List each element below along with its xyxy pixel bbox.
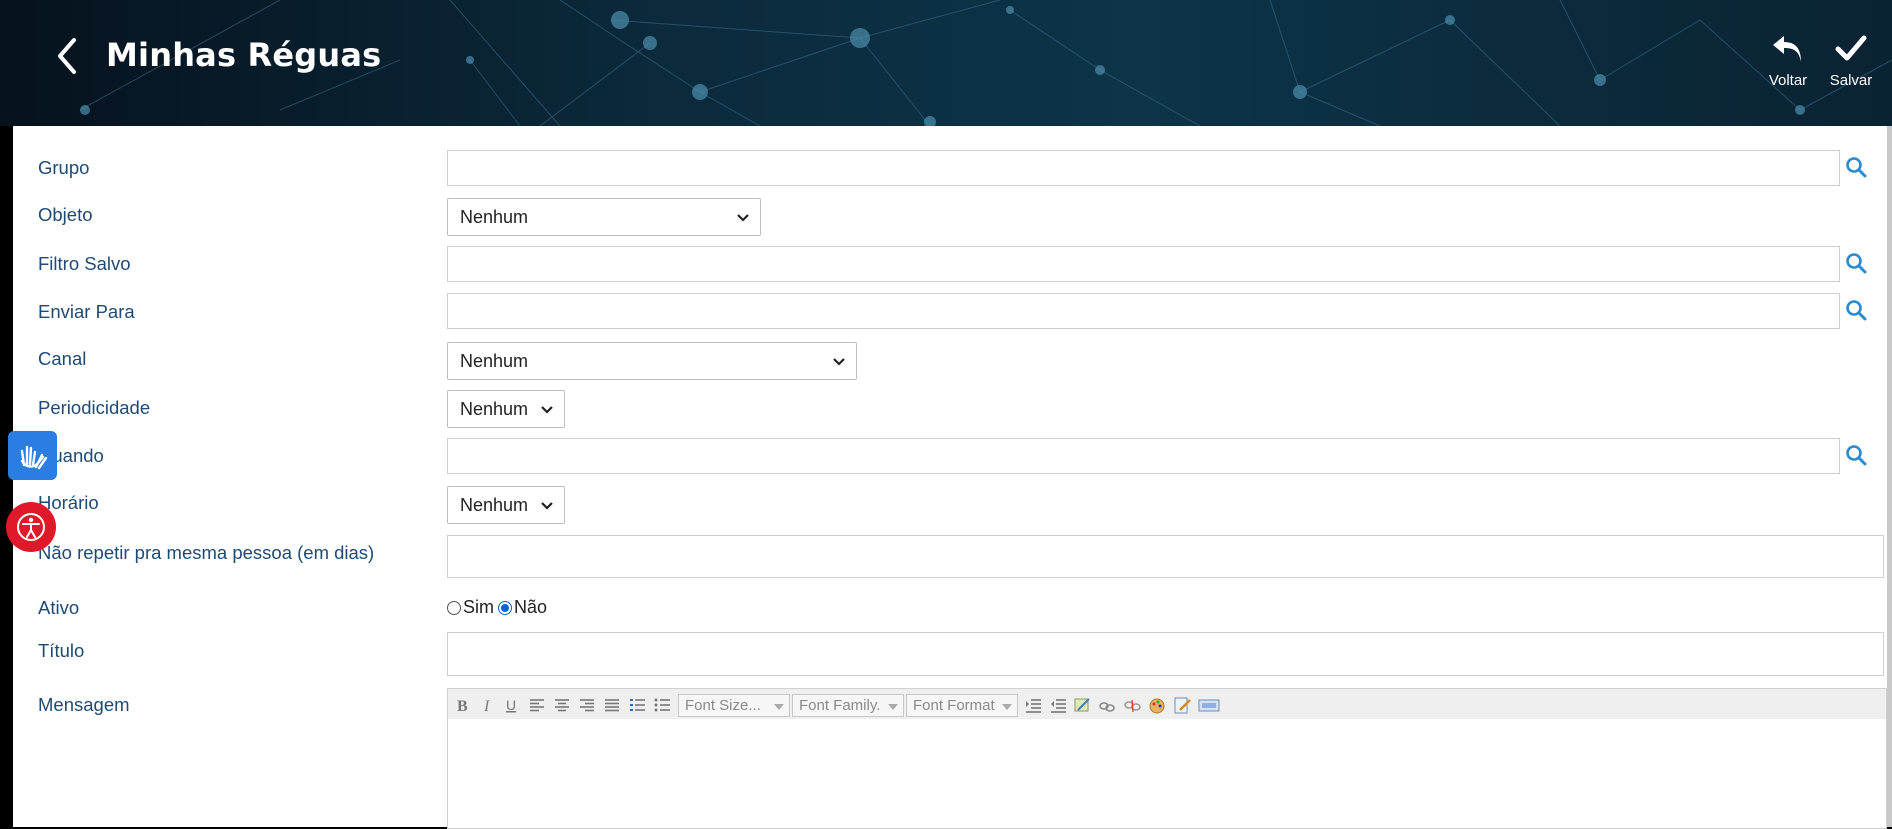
scrollbar[interactable] [1887,126,1892,827]
objeto-select[interactable]: Nenhum [447,198,761,236]
chevron-down-icon [833,358,845,366]
font-size-label: Font Size... [685,697,761,714]
objeto-select-value: Nenhum [460,207,529,227]
ativo-label: Ativo [38,597,80,618]
accessibility-icon [17,513,45,541]
indent-icon[interactable] [1024,696,1042,714]
insert-image-icon[interactable] [1198,696,1220,714]
objeto-label: Objeto [38,204,93,225]
page-title: Minhas Réguas [106,36,382,74]
periodicidade-select[interactable]: Nenhum [447,390,565,428]
chevron-down-icon [541,502,553,510]
outdent-icon[interactable] [1049,696,1067,714]
filtro-salvo-input[interactable] [447,246,1840,282]
align-center-icon[interactable] [553,696,571,714]
horario-select[interactable]: Nenhum [447,486,565,524]
svg-text:B: B [457,698,468,714]
edit-html-icon[interactable] [1173,696,1191,714]
editor-toolbar: B I U Font Size... Font Family. Font For… [447,688,1887,720]
svg-text:U: U [506,697,516,713]
nao-repetir-input[interactable] [447,535,1884,578]
link-icon[interactable] [1098,696,1116,714]
undo-arrow-icon [1773,36,1801,62]
sign-language-button[interactable] [8,431,57,480]
unlink-icon[interactable] [1123,696,1141,714]
enviar-para-input[interactable] [447,293,1840,329]
italic-icon[interactable]: I [479,696,497,714]
bold-icon[interactable]: B [454,696,472,714]
ativo-radio-nao[interactable] [498,600,512,615]
align-justify-icon[interactable] [603,696,621,714]
mensagem-editor[interactable] [447,719,1887,829]
horario-select-value: Nenhum [460,495,529,515]
font-size-dropdown[interactable]: Font Size... [678,694,790,717]
underline-icon[interactable]: U [503,696,521,714]
salvar-label: Salvar [1829,72,1873,89]
font-format-label: Font Format [913,697,995,714]
dropdown-arrow-icon [1002,704,1012,710]
periodicidade-select-value: Nenhum [460,399,529,419]
chevron-left-icon [58,38,76,74]
dropdown-arrow-icon [774,704,784,710]
hands-icon [20,445,48,470]
filtro-salvo-label: Filtro Salvo [38,253,131,274]
canal-label: Canal [38,348,87,369]
mensagem-label: Mensagem [38,694,130,715]
ordered-list-icon[interactable] [628,696,646,714]
voltar-button[interactable]: Voltar [1758,32,1818,89]
ativo-sim-label: Sim [463,597,494,617]
filtro-salvo-search-icon[interactable] [1845,252,1867,274]
checkmark-icon [1835,35,1867,61]
titulo-input[interactable] [447,632,1884,676]
grupo-search-icon[interactable] [1845,156,1867,178]
canal-select[interactable]: Nenhum [447,342,857,380]
page-header: Minhas Réguas Voltar Salvar [0,0,1892,126]
chevron-down-icon [737,214,749,222]
ativo-radio-group: Sim Não [447,597,547,618]
titulo-label: Título [38,640,85,661]
align-right-icon[interactable] [578,696,596,714]
dropdown-arrow-icon [888,704,898,710]
chevron-down-icon [541,406,553,414]
enviar-para-label: Enviar Para [38,301,135,322]
nao-repetir-label: Não repetir pra mesma pessoa (em dias) [38,542,375,563]
accessibility-button[interactable] [6,502,56,552]
grupo-label: Grupo [38,157,90,178]
ativo-nao-label: Não [514,597,548,617]
align-left-icon[interactable] [528,696,546,714]
unordered-list-icon[interactable] [653,696,671,714]
font-family-label: Font Family. [799,697,881,714]
enviar-para-search-icon[interactable] [1845,299,1867,321]
grupo-input[interactable] [447,150,1840,186]
voltar-label: Voltar [1768,72,1808,89]
periodicidade-label: Periodicidade [38,397,151,418]
salvar-button[interactable]: Salvar [1821,32,1881,89]
font-family-dropdown[interactable]: Font Family. [792,694,904,717]
ativo-radio-sim[interactable] [447,600,461,615]
canal-select-value: Nenhum [460,351,529,371]
quando-input[interactable] [447,438,1840,474]
color-palette-icon[interactable] [1148,696,1166,714]
svg-text:I: I [483,698,490,714]
font-format-dropdown[interactable]: Font Format [906,694,1018,717]
quando-search-icon[interactable] [1845,444,1867,466]
format-brush-icon[interactable] [1073,696,1091,714]
back-button[interactable] [50,34,84,78]
